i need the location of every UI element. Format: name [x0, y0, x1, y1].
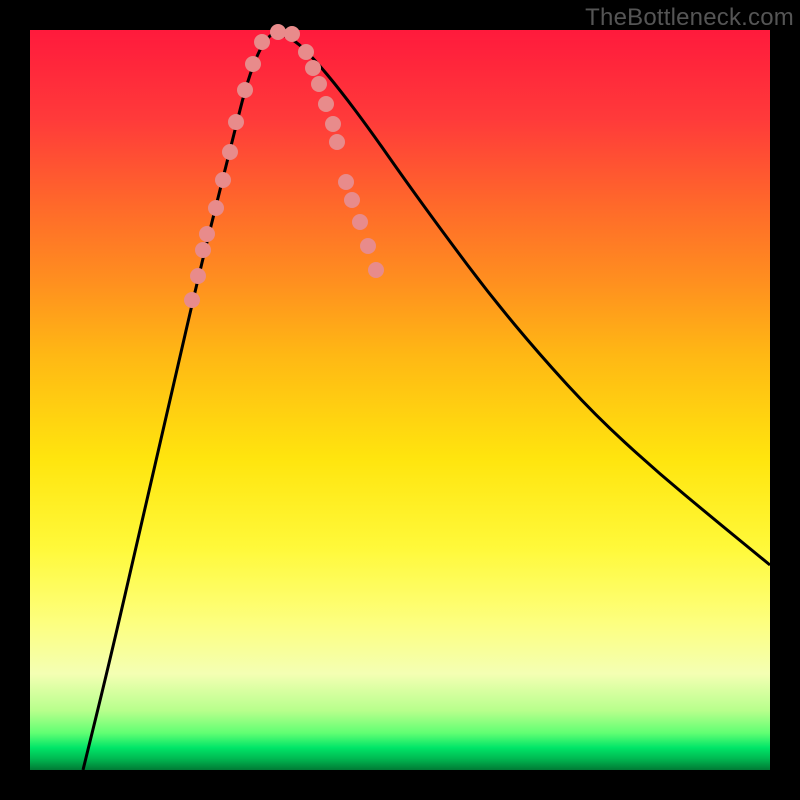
marker-dot [222, 144, 238, 160]
marker-dot [195, 242, 211, 258]
marker-dot [270, 24, 286, 40]
marker-dot [368, 262, 384, 278]
highlight-markers [184, 24, 384, 308]
curve-path-group [83, 34, 770, 770]
marker-dot [298, 44, 314, 60]
marker-dot [199, 226, 215, 242]
marker-dot [208, 200, 224, 216]
marker-dot [329, 134, 345, 150]
marker-dot [284, 26, 300, 42]
marker-dot [338, 174, 354, 190]
bottleneck-curve [83, 34, 770, 770]
marker-dot [245, 56, 261, 72]
chart-stage: TheBottleneck.com [0, 0, 800, 800]
marker-dot [311, 76, 327, 92]
marker-dot [325, 116, 341, 132]
marker-dot [190, 268, 206, 284]
marker-dot [184, 292, 200, 308]
marker-dot [305, 60, 321, 76]
marker-dot [228, 114, 244, 130]
chart-svg [30, 30, 770, 770]
marker-dot [318, 96, 334, 112]
marker-dot [215, 172, 231, 188]
marker-dot [360, 238, 376, 254]
marker-dot [344, 192, 360, 208]
marker-dot [237, 82, 253, 98]
marker-dot [254, 34, 270, 50]
marker-dot [352, 214, 368, 230]
watermark-text: TheBottleneck.com [585, 4, 794, 32]
chart-plot-area [30, 30, 770, 770]
